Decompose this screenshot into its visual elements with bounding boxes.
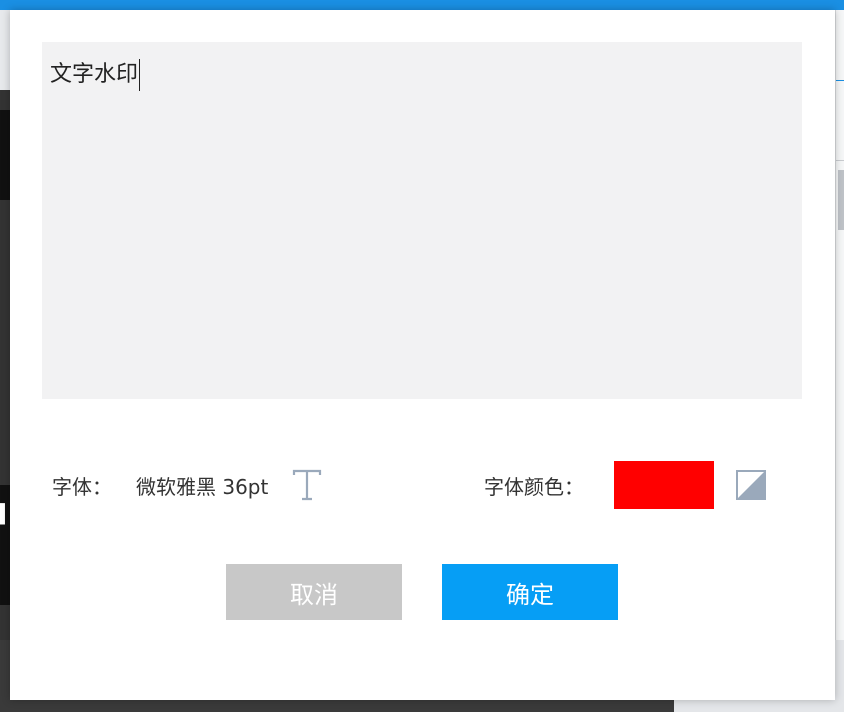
text-format-icon[interactable]: [292, 469, 322, 501]
watermark-text-value: 文字水印: [50, 62, 139, 87]
background-left-panel: ▌: [0, 90, 12, 640]
text-caret: [139, 59, 141, 91]
cancel-button[interactable]: 取消: [226, 564, 402, 620]
font-color-label: 字体颜色：: [484, 474, 584, 499]
font-color-row: 字体颜色：: [484, 461, 766, 509]
background-title-bar: [0, 0, 844, 10]
font-row: 字体： 微软雅黑 36pt: [52, 465, 322, 505]
background-right-panel: [835, 10, 844, 640]
background-scrollbar: [838, 170, 844, 230]
font-value: 微软雅黑 36pt: [136, 474, 269, 499]
font-color-swatch[interactable]: [614, 461, 714, 509]
font-label: 字体：: [52, 474, 112, 499]
watermark-text-input[interactable]: 文字水印: [42, 42, 802, 399]
watermark-text-dialog: 文字水印 字体： 微软雅黑 36pt 字体颜色： 取消 确定: [10, 10, 835, 700]
ok-button[interactable]: 确定: [442, 564, 618, 620]
background-toggle-icon[interactable]: [736, 470, 766, 500]
